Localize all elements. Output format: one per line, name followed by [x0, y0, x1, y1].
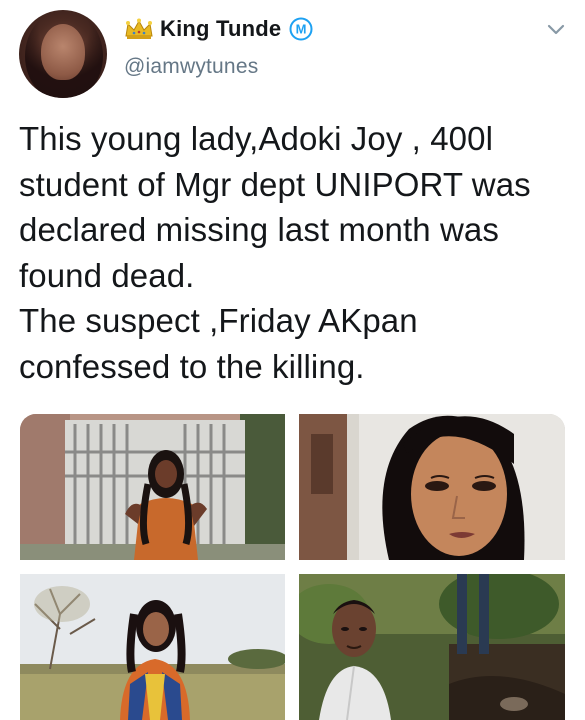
crown-icon	[124, 18, 154, 40]
tweet-line: The suspect ,Friday AKpan	[19, 302, 418, 340]
photo-1[interactable]	[20, 414, 285, 560]
tweet-line: declared missing last month was	[19, 211, 499, 249]
tweet-header: King Tunde M @iamwytunes	[124, 12, 544, 79]
photo-3[interactable]	[20, 574, 285, 720]
display-name[interactable]: King Tunde	[160, 16, 281, 42]
avatar[interactable]	[19, 10, 107, 98]
tweet-line: found dead.	[19, 256, 195, 294]
tweet-line: This young lady,Adoki Joy , 400l	[19, 120, 494, 157]
m-badge-icon: M	[289, 17, 313, 41]
tweet-text: This young lady,Adoki Joy , 400l student…	[19, 116, 574, 390]
name-row: King Tunde M	[124, 12, 544, 46]
handle[interactable]: @iamwytunes	[124, 55, 544, 79]
chevron-down-icon[interactable]	[546, 22, 566, 36]
tweet-line: student of Mgr dept UNIPORT was	[19, 165, 531, 203]
tweet-line: confessed to the killing.	[19, 347, 365, 385]
photo-2[interactable]	[299, 414, 565, 560]
photo-4[interactable]	[299, 574, 565, 720]
tweet-card: King Tunde M @iamwytunes This young lady…	[0, 0, 585, 720]
badge-letter: M	[296, 22, 307, 37]
media-grid	[20, 414, 565, 720]
